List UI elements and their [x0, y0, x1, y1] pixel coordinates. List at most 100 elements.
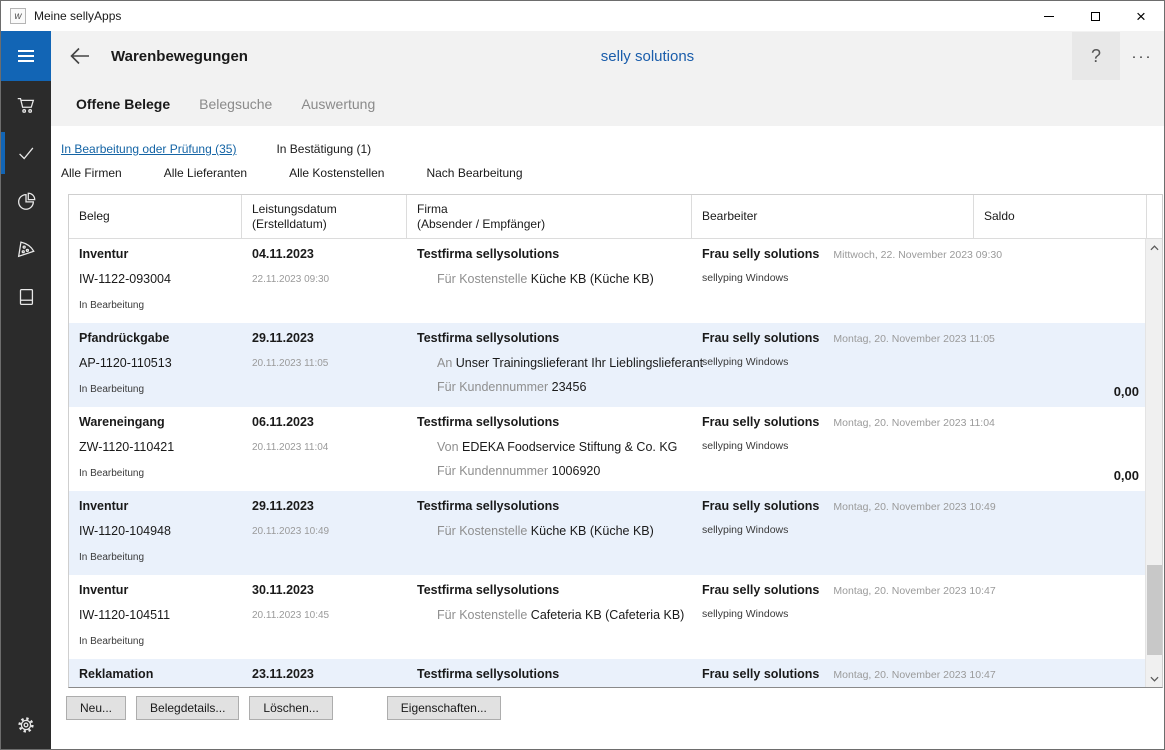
editor-date: Montag, 20. November 2023 10:47 — [833, 585, 995, 597]
cell-firma: Testfirma sellysolutions Für Kostenstell… — [407, 575, 692, 659]
cell-leistungsdatum: 23.11.2023 — [242, 659, 407, 687]
app-logo-icon: w — [10, 8, 26, 24]
cell-bearbeiter: Frau selly solutions Mittwoch, 22. Novem… — [692, 239, 974, 323]
filter-in-bestaetigung[interactable]: In Bestätigung (1) — [276, 142, 371, 156]
vertical-scrollbar[interactable] — [1145, 239, 1162, 687]
documents-table: Beleg Leistungsdatum(Erstelldatum) Firma… — [68, 194, 1163, 688]
doc-type: Wareneingang — [79, 415, 165, 430]
page-title: Warenbewegungen — [111, 48, 248, 65]
filter-nach-bearbeitung[interactable]: Nach Bearbeitung — [426, 166, 522, 180]
cell-bearbeiter: Frau selly solutions Montag, 20. Novembe… — [692, 407, 974, 491]
scrollbar-down-button[interactable] — [1146, 670, 1162, 687]
content-area: In Bearbeitung oder Prüfung (35) In Best… — [51, 126, 1164, 749]
table-row[interactable]: Pfandrückgabe AP-1120-110513 In Bearbeit… — [69, 323, 1147, 407]
table-body: Inventur IW-1122-093004 In Bearbeitung 0… — [69, 239, 1162, 687]
more-options-button[interactable]: ··· — [1120, 32, 1164, 80]
sidebar-item-catering[interactable] — [1, 225, 51, 273]
cell-saldo — [974, 491, 1147, 575]
created-date: 22.11.2023 09:30 — [252, 272, 329, 287]
doc-number: AP-1120-110513 — [79, 356, 172, 371]
doc-number: IW-1120-104948 — [79, 524, 171, 539]
cell-beleg: Inventur IW-1122-093004 In Bearbeitung — [69, 239, 242, 323]
back-arrow-icon — [68, 44, 92, 68]
sidebar-item-tasks[interactable] — [1, 129, 51, 177]
table-row[interactable]: Inventur IW-1122-093004 In Bearbeitung 0… — [69, 239, 1147, 323]
filter-alle-lieferanten[interactable]: Alle Lieferanten — [164, 166, 247, 180]
company-name: Testfirma sellysolutions — [417, 667, 559, 682]
company-name: Testfirma sellysolutions — [417, 331, 559, 346]
filter-in-bearbeitung[interactable]: In Bearbeitung oder Prüfung (35) — [61, 142, 236, 156]
tab-offene-belege[interactable]: Offene Belege — [76, 96, 170, 112]
table-row[interactable]: Inventur IW-1120-104948 In Bearbeitung 2… — [69, 491, 1147, 575]
cell-saldo — [974, 659, 1147, 687]
cell-beleg: Wareneingang ZW-1120-110421 In Bearbeitu… — [69, 407, 242, 491]
service-date: 29.11.2023 — [252, 499, 314, 514]
doc-type: Pfandrückgabe — [79, 331, 169, 346]
cell-bearbeiter: Frau selly solutions Montag, 20. Novembe… — [692, 491, 974, 575]
footer-button-bar: Neu... Belegdetails... Löschen... Eigens… — [66, 696, 1164, 720]
cell-leistungsdatum: 04.11.2023 22.11.2023 09:30 — [242, 239, 407, 323]
settings-button[interactable] — [1, 701, 51, 749]
back-button[interactable] — [63, 39, 97, 73]
editor-name: Frau selly solutions — [702, 415, 819, 429]
cell-firma: Testfirma sellysolutions An Unser Traini… — [407, 323, 692, 407]
sidebar-item-catalog[interactable] — [1, 273, 51, 321]
cell-bearbeiter: Frau selly solutions Montag, 20. Novembe… — [692, 323, 974, 407]
table-row[interactable]: Reklamation 23.11.2023 Testfirma sellyso… — [69, 659, 1147, 687]
close-button[interactable]: × — [1118, 1, 1164, 31]
cell-bearbeiter: Frau selly solutions Montag, 20. Novembe… — [692, 575, 974, 659]
table-row[interactable]: Wareneingang ZW-1120-110421 In Bearbeitu… — [69, 407, 1147, 491]
scrollbar-up-button[interactable] — [1146, 239, 1162, 256]
doc-type: Inventur — [79, 583, 128, 598]
cell-beleg: Reklamation — [69, 659, 242, 687]
col-header-beleg[interactable]: Beleg — [69, 195, 242, 238]
saldo-value: 0,00 — [1114, 384, 1139, 399]
doc-number: ZW-1120-110421 — [79, 440, 174, 455]
col-header-leistungsdatum[interactable]: Leistungsdatum(Erstelldatum) — [242, 195, 407, 238]
titlebar: w Meine sellyApps × — [1, 1, 1164, 31]
app-window: w Meine sellyApps × — [1, 1, 1164, 749]
cell-bearbeiter: Frau selly solutions Montag, 20. Novembe… — [692, 659, 974, 687]
editor-device: sellyping Windows — [702, 524, 788, 536]
created-date: 20.11.2023 11:05 — [252, 356, 328, 371]
service-date: 04.11.2023 — [252, 247, 314, 262]
editor-name: Frau selly solutions — [702, 499, 819, 513]
tab-belegsuche[interactable]: Belegsuche — [199, 96, 272, 112]
table-row[interactable]: Inventur IW-1120-104511 In Bearbeitung 3… — [69, 575, 1147, 659]
created-date: 20.11.2023 10:49 — [252, 524, 329, 539]
chevron-down-icon — [1150, 676, 1159, 682]
filter-alle-firmen[interactable]: Alle Firmen — [61, 166, 122, 180]
cell-saldo — [974, 239, 1147, 323]
col-header-bearbeiter[interactable]: Bearbeiter — [692, 195, 974, 238]
doc-type: Inventur — [79, 247, 128, 262]
editor-device: sellyping Windows — [702, 356, 788, 368]
service-date: 30.11.2023 — [252, 583, 314, 598]
sidebar-item-shop[interactable] — [1, 81, 51, 129]
filter-alle-kostenstellen[interactable]: Alle Kostenstellen — [289, 166, 384, 180]
sidebar-item-reports[interactable] — [1, 177, 51, 225]
belegdetails-button[interactable]: Belegdetails... — [136, 696, 239, 720]
hamburger-menu-button[interactable] — [1, 31, 51, 81]
col-header-scroll-gutter — [1147, 195, 1162, 238]
status-filter-row: In Bearbeitung oder Prüfung (35) In Best… — [61, 138, 1164, 160]
editor-date: Montag, 20. November 2023 10:47 — [833, 669, 995, 681]
minimize-button[interactable] — [1026, 1, 1072, 31]
help-button[interactable]: ? — [1072, 32, 1120, 80]
cell-saldo: 0,00 — [974, 407, 1147, 491]
doc-number: IW-1122-093004 — [79, 272, 171, 287]
col-header-saldo[interactable]: Saldo — [974, 195, 1147, 238]
eigenschaften-button[interactable]: Eigenschaften... — [387, 696, 501, 720]
neu-button[interactable]: Neu... — [66, 696, 126, 720]
ellipsis-icon: ··· — [1132, 48, 1153, 65]
scrollbar-thumb[interactable] — [1147, 565, 1162, 655]
doc-status: In Bearbeitung — [79, 634, 144, 649]
dropdown-filter-row: Alle Firmen Alle Lieferanten Alle Kosten… — [61, 160, 1164, 186]
col-header-firma[interactable]: Firma(Absender / Empfänger) — [407, 195, 692, 238]
company-name: Testfirma sellysolutions — [417, 583, 559, 598]
tab-auswertung[interactable]: Auswertung — [301, 96, 375, 112]
cell-firma: Testfirma sellysolutions Von EDEKA Foods… — [407, 407, 692, 491]
loeschen-button[interactable]: Löschen... — [249, 696, 332, 720]
maximize-button[interactable] — [1072, 1, 1118, 31]
pizza-slice-icon — [15, 238, 37, 260]
editor-name: Frau selly solutions — [702, 331, 819, 345]
